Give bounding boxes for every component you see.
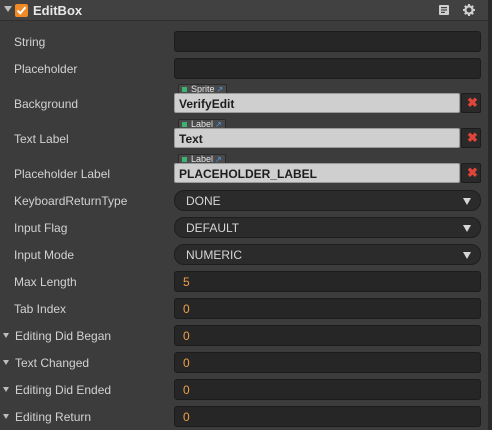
placeholder-input[interactable] xyxy=(174,58,481,79)
placeholder-label-field[interactable]: PLACEHOLDER_LABEL xyxy=(174,163,460,183)
close-icon: ✖ xyxy=(467,95,478,110)
expand-arrow-icon[interactable] xyxy=(3,414,9,419)
max-length-input[interactable]: 5 xyxy=(174,271,481,292)
asset-dot-icon xyxy=(182,122,187,127)
component-header[interactable]: EditBox xyxy=(0,0,488,21)
chevron-down-icon xyxy=(463,252,471,259)
checkmark-icon xyxy=(16,6,27,15)
text-label-clear-button[interactable]: ✖ xyxy=(461,128,481,148)
keyboard-return-type-select[interactable]: DONE xyxy=(174,190,481,211)
text-label-label: Text Label xyxy=(14,132,69,146)
max-length-label: Max Length xyxy=(14,275,77,289)
editing-return-label: Editing Return xyxy=(15,410,92,424)
chevron-down-icon xyxy=(463,198,471,205)
expand-arrow-icon[interactable] xyxy=(3,360,9,365)
tab-index-input[interactable]: 0 xyxy=(174,298,481,319)
input-mode-value: NUMERIC xyxy=(186,248,242,262)
expand-arrow-icon[interactable] xyxy=(3,387,9,392)
tab-index-label: Tab Index xyxy=(14,302,67,316)
scrollbar-track[interactable] xyxy=(488,0,492,430)
close-icon: ✖ xyxy=(467,130,478,145)
background-sprite-value: VerifyEdit xyxy=(179,97,235,111)
asset-dot-icon xyxy=(182,87,187,92)
input-mode-label: Input Mode xyxy=(14,248,75,262)
background-sprite-field[interactable]: VerifyEdit xyxy=(174,93,460,113)
expand-arrow-icon[interactable] xyxy=(3,333,9,338)
string-label: String xyxy=(14,35,46,49)
text-changed-input[interactable]: 0 xyxy=(174,352,481,373)
input-flag-select[interactable]: DEFAULT xyxy=(174,217,481,238)
editbox-inspector-panel: EditBox String Placeholder Background Sp… xyxy=(0,0,492,430)
component-title: EditBox xyxy=(33,3,83,18)
background-clear-button[interactable]: ✖ xyxy=(461,93,481,113)
placeholder-label-clear-button[interactable]: ✖ xyxy=(461,163,481,183)
collapse-arrow-icon[interactable] xyxy=(4,6,12,12)
asset-dot-icon xyxy=(182,157,187,162)
background-label: Background xyxy=(14,97,79,111)
text-changed-label: Text Changed xyxy=(15,356,90,370)
editing-did-began-value: 0 xyxy=(183,329,190,343)
close-icon: ✖ xyxy=(467,165,478,180)
input-flag-label: Input Flag xyxy=(14,221,68,235)
string-input[interactable] xyxy=(174,31,481,52)
editing-did-began-label: Editing Did Began xyxy=(15,329,112,343)
enabled-checkbox[interactable] xyxy=(15,4,28,17)
editing-return-value: 0 xyxy=(183,410,190,424)
editing-did-ended-value: 0 xyxy=(183,383,190,397)
text-label-field[interactable]: Text xyxy=(174,128,460,148)
editing-did-ended-label: Editing Did Ended xyxy=(15,383,112,397)
input-mode-select[interactable]: NUMERIC xyxy=(174,244,481,265)
editing-return-input[interactable]: 0 xyxy=(174,406,481,427)
max-length-value: 5 xyxy=(183,275,190,289)
placeholder-label-value: PLACEHOLDER_LABEL xyxy=(179,167,318,181)
editing-did-began-input[interactable]: 0 xyxy=(174,325,481,346)
keyboard-return-type-label: KeyboardReturnType xyxy=(14,194,128,208)
placeholder-label: Placeholder xyxy=(14,62,78,76)
tab-index-value: 0 xyxy=(183,302,190,316)
placeholder-label-label: Placeholder Label xyxy=(14,167,111,181)
keyboard-return-type-value: DONE xyxy=(186,194,221,208)
text-changed-value: 0 xyxy=(183,356,190,370)
gear-icon[interactable] xyxy=(462,3,476,17)
input-flag-value: DEFAULT xyxy=(186,221,240,235)
book-icon[interactable] xyxy=(437,3,451,17)
chevron-down-icon xyxy=(463,225,471,232)
text-label-value: Text xyxy=(179,132,203,146)
editing-did-ended-input[interactable]: 0 xyxy=(174,379,481,400)
